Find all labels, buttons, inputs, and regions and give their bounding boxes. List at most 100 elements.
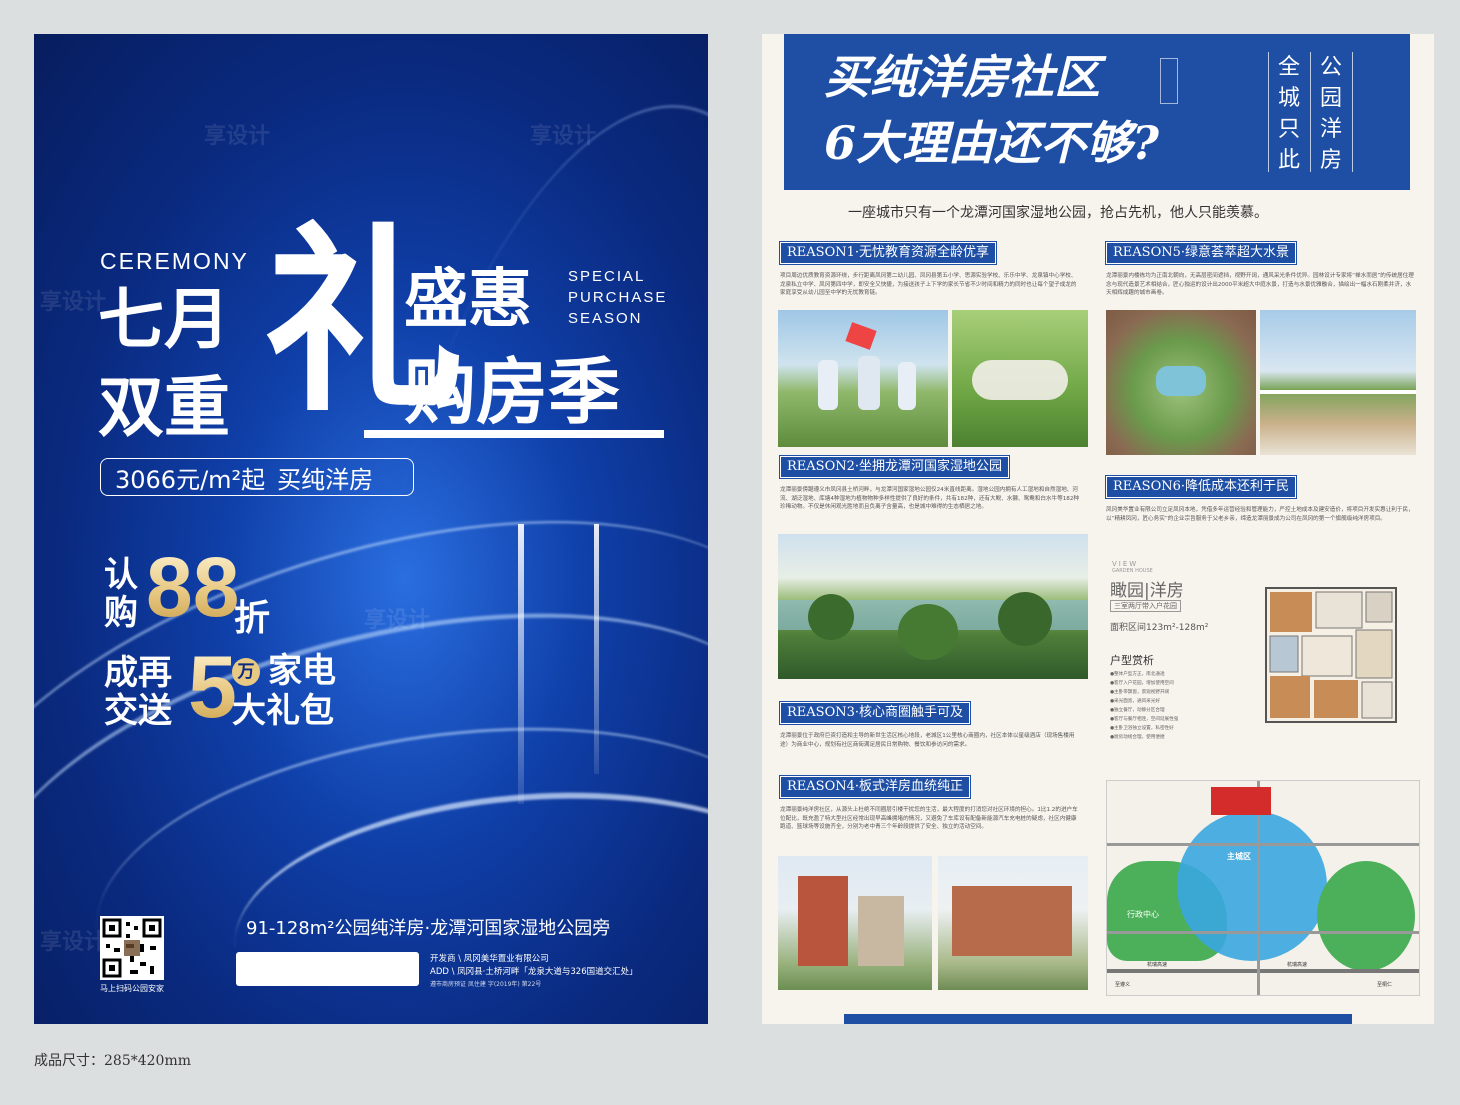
tree (808, 594, 854, 640)
tree (998, 592, 1052, 646)
qr-code[interactable] (100, 916, 164, 980)
reason3-title: REASON3·核心商圈触手可及 (780, 702, 971, 724)
reason6-text: 凤冈美华置业有限公司立足凤冈本地，凭借多年运营经验和管理能力，严控土地成本及建安… (1106, 507, 1414, 522)
view-sub: GARDEN HOUSE (1112, 568, 1153, 574)
location-map: 主城区 行政中心 杭瑞高速 杭瑞高速 至遵义 至桐仁 (1106, 780, 1420, 996)
offer2-badge-text: 万 (237, 662, 255, 682)
reason3-text: 龙潭丽景位于政府巨资打造和主导的新世生活区核心地段，老城区1公里核心商圈内，社区… (780, 733, 1075, 748)
special-lines: SPECIAL PURCHASE SEASON (568, 266, 667, 329)
photo-wetland-park (778, 534, 1088, 679)
photo-building-1 (778, 856, 932, 990)
watermark: 享设计 (204, 124, 271, 149)
floorplan-drawing (1256, 580, 1406, 730)
photo-aerial-garden (1106, 310, 1256, 455)
offer2-left-bottom: 交送 (104, 691, 172, 731)
offer1-number: 88 (146, 540, 240, 634)
kite (845, 322, 877, 350)
qr-caption: 马上扫码公园安家 (100, 984, 164, 993)
special-line: SPECIAL (568, 268, 646, 285)
divider (1268, 52, 1269, 172)
view-label: VIEW (1112, 560, 1139, 568)
title-left-top: 七月 (98, 281, 230, 358)
reason4-text: 龙潭丽景纯洋房社区，从源头上杜绝不同圈层引楼干扰您的生活，最大程度的打消您对社区… (780, 807, 1078, 831)
reason2-title: REASON2·坐拥龙潭河国家湿地公园 (780, 456, 1010, 478)
vertical-col2: 公园洋房 (1320, 55, 1343, 173)
watermark: 享设计 (40, 290, 107, 315)
figure (898, 362, 916, 410)
photo-kids-reading (952, 310, 1088, 447)
reason5-text: 龙潭丽景内楼栋均为正南北朝向，无高层密间遮挡，视野开阔，通风采光条件优异。园林设… (1106, 273, 1414, 297)
price-box: 3066元/m²起 买纯洋房 (100, 458, 414, 496)
logo-mark (1160, 58, 1178, 104)
map-blue-zone (1177, 811, 1327, 961)
title-right-bottom: 购房季 (404, 350, 621, 434)
title-underline (364, 430, 664, 438)
reason2-text: 龙潭丽景傍踞遵义市凤冈县土桥河畔，与龙潭河国家湿地公园仅24米直线距离。湿地公园… (780, 487, 1080, 511)
floorplan-area: 面积区间123m²-128m² (1110, 623, 1209, 633)
price-value: 3066元/m²起 (115, 465, 266, 494)
building (858, 896, 904, 966)
floorplan-title: 瞰园|洋房 (1110, 581, 1184, 601)
headline-line1: 买纯洋房社区 (824, 50, 1100, 104)
map-road (1107, 969, 1419, 973)
reason1-text: 项目周边优质教育资源环绕，步行距离凤冈第二幼儿园、凤冈县第五小学、思源实验学校、… (780, 273, 1077, 297)
offer2-right-bottom: 大礼包 (232, 691, 334, 731)
offer2-badge: 万 (232, 658, 260, 686)
price-suffix: 买纯洋房 (277, 465, 374, 494)
footer-line: 91-128m²公园纯洋房·龙潭河国家湿地公园旁 (246, 918, 611, 939)
bullet: ●厨房动线合理，使用便捷 (1110, 735, 1165, 740)
map-road (1107, 843, 1419, 846)
map-marker (1211, 787, 1271, 815)
reason1-title: REASON1·无忧教育资源全龄优享 (780, 242, 997, 264)
photo-kids-running (778, 310, 948, 447)
title-left-bottom: 双重 (98, 369, 230, 446)
map-label: 行政中心 (1127, 910, 1159, 919)
photo-balcony-view (1260, 310, 1416, 455)
address-line: ADD \ 凤冈县·土桥河畔「龙泉大道与326国道交汇处」 (430, 967, 638, 977)
floorplan-tag: 三室两厅带入户花园 (1110, 600, 1181, 612)
header-banner: 买纯洋房社区 6大理由还不够? 全城只此 公园洋房 (784, 34, 1410, 190)
right-sheet: 买纯洋房社区 6大理由还不够? 全城只此 公园洋房 一座城市只有一个龙潭河国家湿… (762, 34, 1434, 1024)
offer1-unit: 折 (234, 598, 271, 639)
floorplan-appreciate: 户型赏析 (1110, 654, 1154, 667)
size-caption: 成品尺寸：285*420mm (34, 1053, 191, 1069)
map-green-zone (1317, 861, 1415, 971)
photo-building-2 (938, 856, 1088, 990)
map-label: 杭瑞高速 (1287, 962, 1308, 968)
map-label: 至桐仁 (1377, 982, 1393, 988)
offer2-left-top: 成再 (104, 653, 172, 693)
offer2-number: 5 (188, 637, 237, 736)
divider (1352, 52, 1353, 172)
special-line: PURCHASE (568, 289, 668, 306)
watermark: 享设计 (364, 608, 431, 633)
left-poster: 享设计 享设计 享设计 享设计 享设计 CEREMONY 七月 双重 礼 盛惠 … (34, 34, 708, 1024)
divider (1310, 52, 1311, 172)
license-line: 遵市商房预证 凤住建 字(2019年) 第22号 (430, 981, 542, 988)
blank-input-box (236, 952, 419, 986)
bullet: ●客厅入户花园，增加使用空间 (1110, 681, 1174, 686)
watermark: 享设计 (40, 930, 107, 955)
bullet: ●主卧带飘窗，景观视野开阔 (1110, 690, 1170, 695)
bottom-bar (844, 1014, 1352, 1024)
offer2-right-top: 家电 (268, 651, 336, 691)
vertical-col1: 全城只此 (1278, 55, 1301, 173)
map-label: 主城区 (1227, 852, 1251, 861)
tree (898, 604, 958, 660)
bullet: ●客厅与餐厅相连，空间延展性强 (1110, 717, 1179, 722)
special-line: SEASON (568, 310, 643, 327)
pool (1156, 366, 1206, 396)
railing (1260, 390, 1416, 394)
map-label: 杭瑞高速 (1147, 962, 1168, 968)
glow-beam (594, 524, 599, 774)
glow-beam (518, 524, 524, 804)
bullet: ●采光面宽，通风采光好 (1110, 699, 1160, 704)
building (952, 886, 1072, 956)
watermark: 享设计 (530, 124, 597, 149)
ceremony-label: CEREMONY (100, 248, 249, 274)
map-road (1107, 931, 1419, 934)
subtitle: 一座城市只有一个龙潭河国家湿地公园，抢占先机，他人只能羡慕。 (848, 205, 1268, 221)
figure (818, 360, 838, 410)
headline-line2: 6大理由还不够? (824, 116, 1159, 170)
title-right-top: 盛惠 (404, 263, 532, 337)
offer1-left: 认购 (104, 555, 138, 633)
